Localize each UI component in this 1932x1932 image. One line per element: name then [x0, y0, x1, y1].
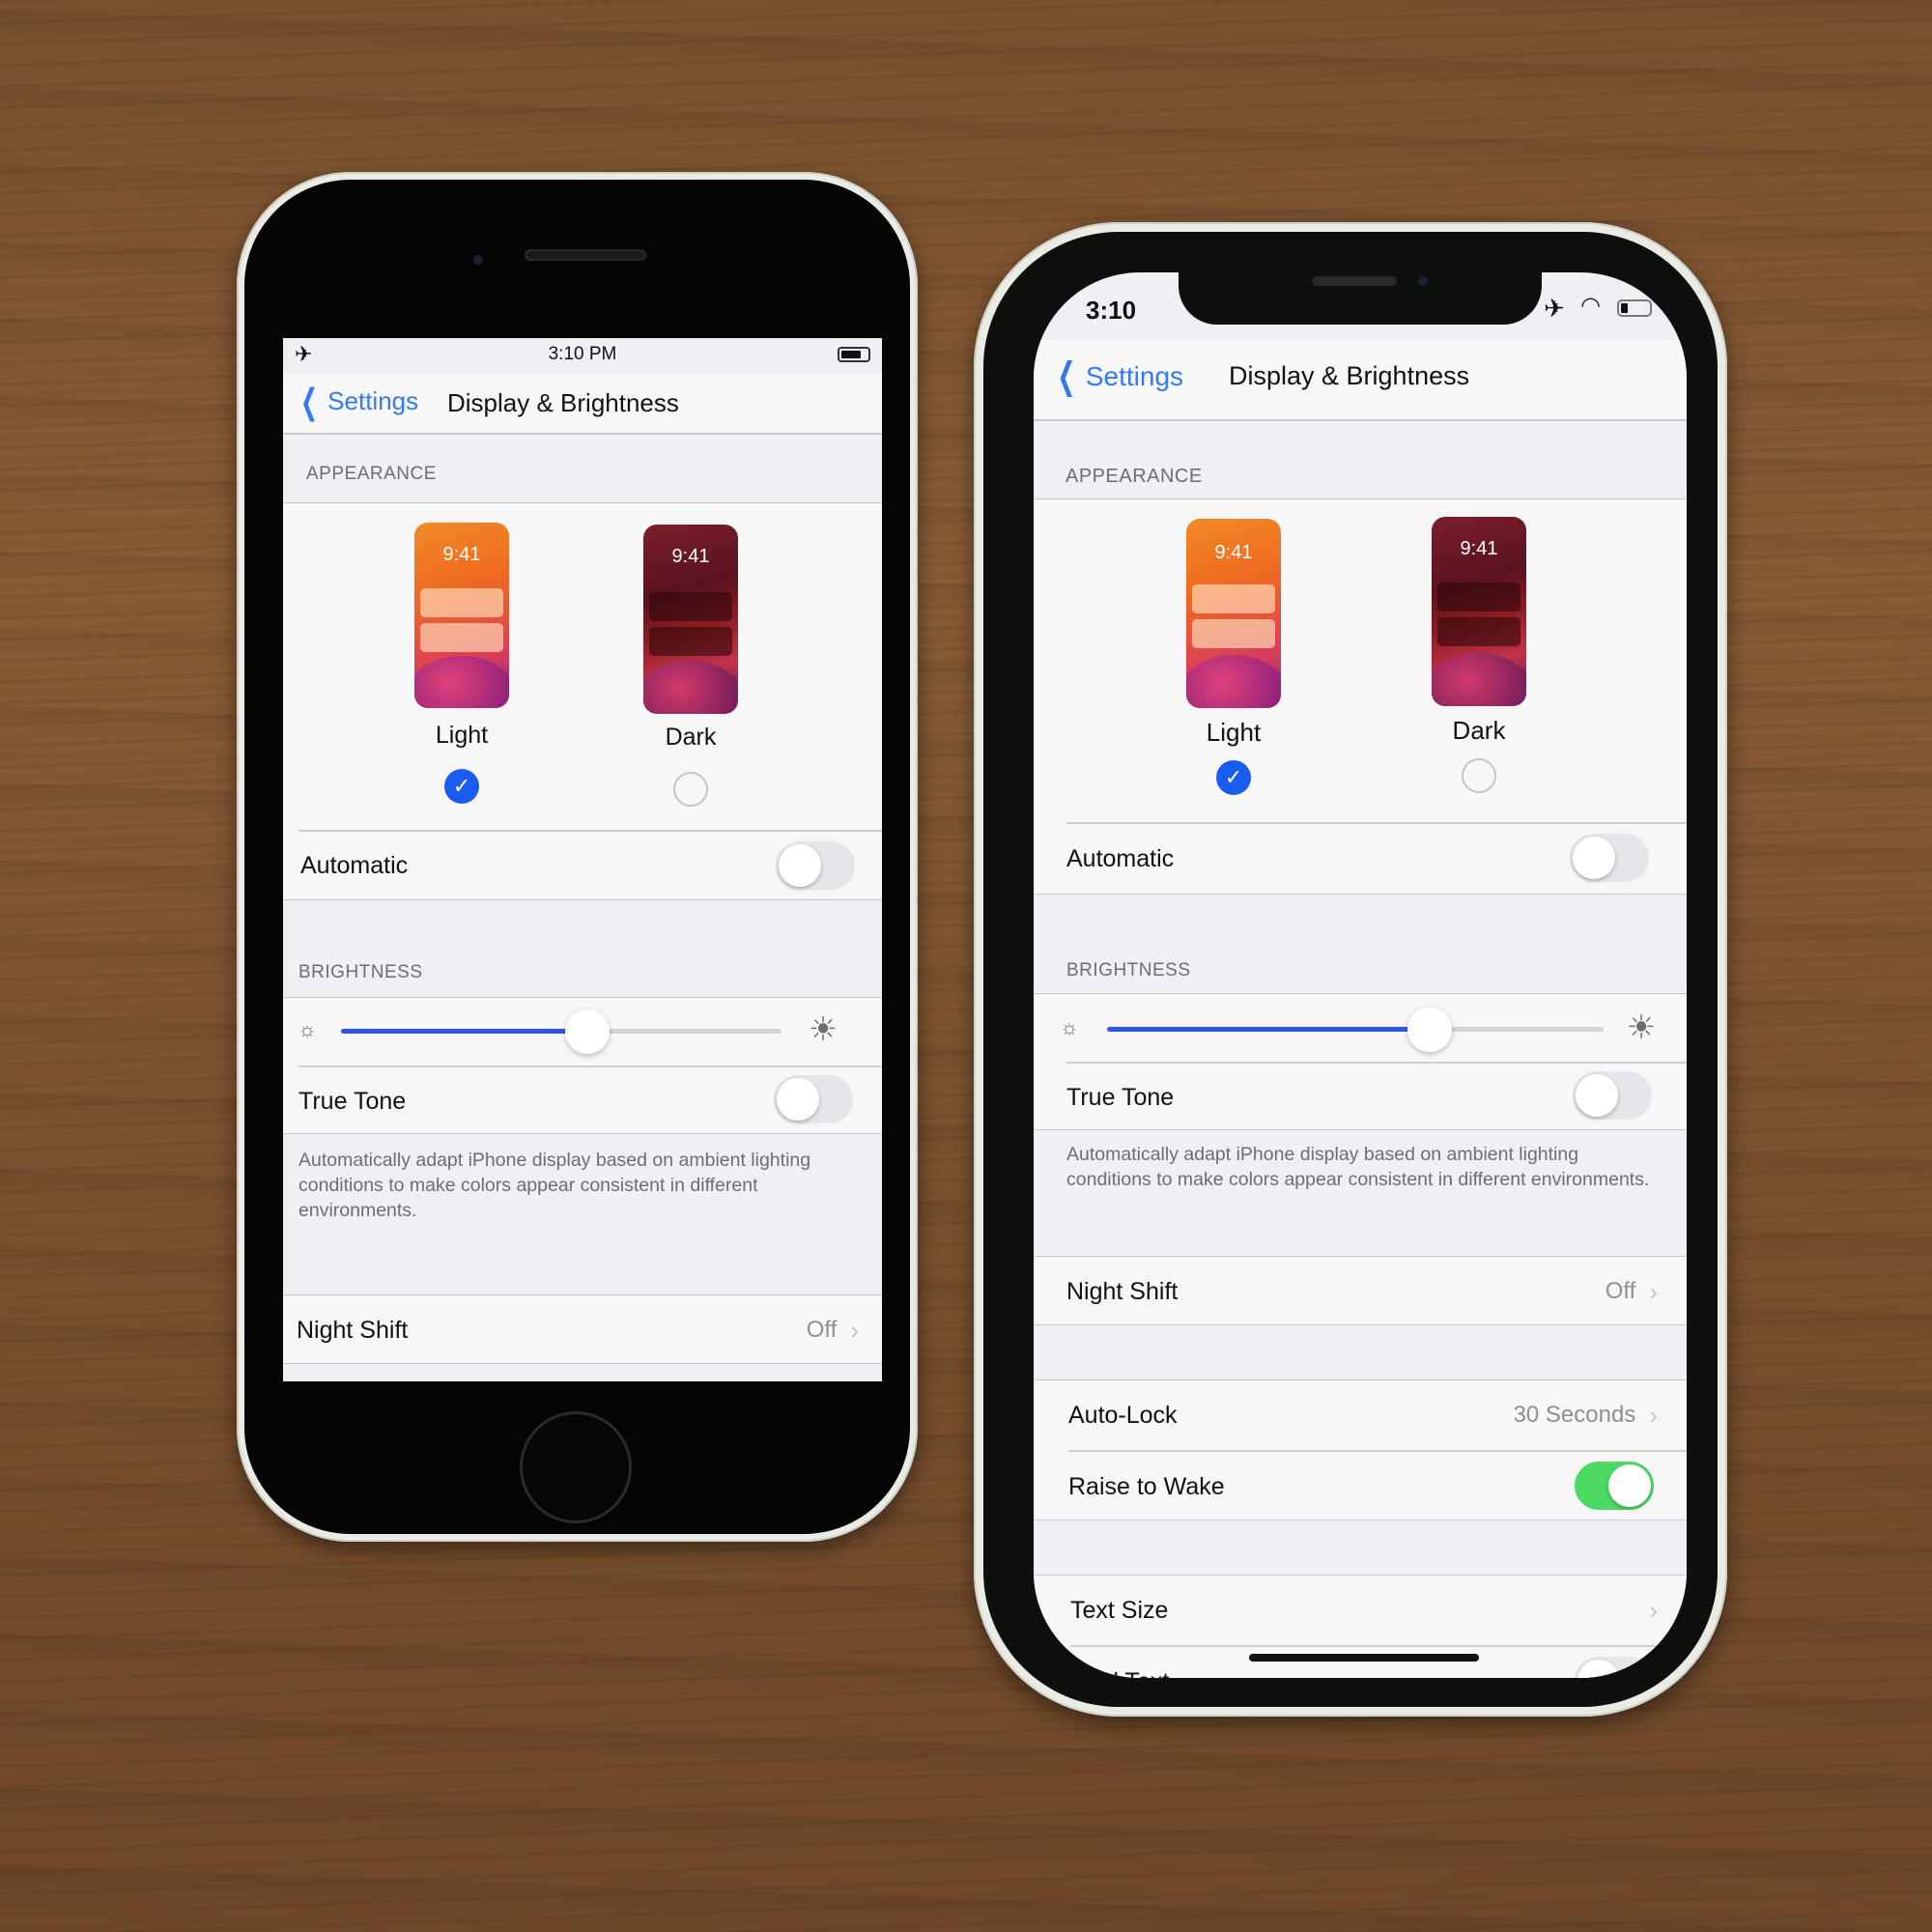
phone-front-glass: ✈ 3:10 PM ❮ Settings Display & Brightnes…: [244, 180, 910, 1534]
true-tone-footnote: Automatically adapt iPhone display based…: [298, 1150, 811, 1221]
true-tone-label: True Tone: [298, 1087, 407, 1115]
status-bar: ✈ 3:10 PM: [283, 338, 882, 373]
bold-text-toggle[interactable]: [1575, 1657, 1654, 1678]
wifi-icon: ◠: [1580, 293, 1601, 319]
appearance-section: 9:41 9:41 Light Dark ✓ Automatic: [283, 502, 882, 900]
status-time: 3:10 PM: [548, 344, 617, 364]
brightness-section: ☼ ☀ True Tone: [1034, 993, 1687, 1130]
sun-small-icon: ☼: [297, 1017, 318, 1041]
dark-label: Dark: [1452, 716, 1506, 745]
text-section: Text Size › Bold Text: [1034, 1575, 1687, 1678]
night-shift-value: Off: [1605, 1278, 1636, 1304]
screen: 3:10 ✈ ◠ ❮ Settings Display & Brightness: [1034, 272, 1687, 1678]
battery-icon: [1617, 299, 1652, 317]
night-shift-section: Night Shift Off ›: [283, 1294, 882, 1364]
appearance-header: APPEARANCE: [1065, 466, 1203, 487]
chevron-right-icon: ›: [1649, 1400, 1658, 1430]
sun-small-icon: ☼: [1059, 1015, 1080, 1039]
front-camera: [1418, 276, 1428, 286]
appearance-header: APPEARANCE: [306, 464, 437, 484]
brightness-slider-knob[interactable]: [565, 1009, 611, 1054]
text-size-label: Text Size: [1070, 1596, 1169, 1624]
dark-radio[interactable]: [673, 772, 708, 807]
light-mode-thumbnail[interactable]: 9:41: [1186, 519, 1281, 708]
brightness-slider-track[interactable]: [1107, 1027, 1604, 1032]
chevron-right-icon: ›: [1649, 1276, 1658, 1306]
light-radio-checked[interactable]: ✓: [444, 769, 479, 804]
iphone-11: 3:10 ✈ ◠ ❮ Settings Display & Brightness: [974, 222, 1727, 1717]
notch: [1179, 272, 1542, 325]
raise-to-wake-label: Raise to Wake: [1068, 1472, 1225, 1500]
bold-text-label: Bold Text: [1070, 1668, 1169, 1679]
auto-lock-value: 30 Seconds: [1513, 1402, 1636, 1428]
home-button[interactable]: [520, 1411, 632, 1523]
back-button[interactable]: ❮ Settings: [295, 381, 419, 421]
brightness-slider-track[interactable]: [341, 1029, 781, 1034]
back-label: Settings: [1085, 361, 1184, 391]
brightness-slider-fill: [1107, 1027, 1431, 1032]
night-shift-row[interactable]: Night Shift Off ›: [283, 1295, 882, 1365]
true-tone-toggle[interactable]: [774, 1075, 853, 1123]
automatic-toggle[interactable]: [776, 841, 855, 890]
airplane-icon: ✈: [1544, 294, 1565, 323]
text-size-row[interactable]: Text Size ›: [1034, 1576, 1687, 1645]
screen: ✈ 3:10 PM ❮ Settings Display & Brightnes…: [283, 338, 882, 1381]
checkmark-icon: ✓: [1224, 765, 1243, 789]
navigation-bar: ❮ Settings Display & Brightness: [1034, 340, 1687, 421]
brightness-slider-knob[interactable]: [1407, 1008, 1453, 1052]
battery-icon: [838, 347, 870, 362]
light-label: Light: [435, 722, 489, 749]
true-tone-toggle[interactable]: [1573, 1071, 1652, 1120]
phone-front-glass: 3:10 ✈ ◠ ❮ Settings Display & Brightness: [983, 232, 1718, 1707]
brightness-section: ☼ ☀ True Tone: [283, 997, 882, 1134]
earpiece-speaker: [1312, 276, 1397, 286]
iphone-se: ✈ 3:10 PM ❮ Settings Display & Brightnes…: [237, 172, 918, 1542]
dark-label: Dark: [665, 724, 717, 751]
light-radio-checked[interactable]: ✓: [1216, 760, 1251, 795]
front-camera: [473, 255, 483, 265]
chevron-left-icon: ❮: [1057, 356, 1076, 397]
night-shift-section: Night Shift Off ›: [1034, 1256, 1687, 1325]
appearance-section: 9:41 9:41 Light Dark ✓ Automatic: [1034, 498, 1687, 895]
true-tone-label: True Tone: [1066, 1083, 1175, 1111]
lock-section: Auto-Lock 30 Seconds › Raise to Wake: [1034, 1379, 1687, 1520]
light-mode-thumbnail[interactable]: 9:41: [414, 523, 509, 708]
home-indicator[interactable]: [1249, 1654, 1479, 1662]
brightness-slider-fill: [341, 1029, 588, 1034]
night-shift-value: Off: [806, 1317, 838, 1343]
automatic-label: Automatic: [1066, 844, 1175, 872]
chevron-left-icon: ❮: [300, 381, 319, 421]
raise-to-wake-toggle[interactable]: [1575, 1462, 1654, 1510]
back-label: Settings: [327, 386, 419, 415]
checkmark-icon: ✓: [452, 774, 471, 798]
navigation-bar: ❮ Settings Display & Brightness: [283, 373, 882, 435]
brightness-header: BRIGHTNESS: [1066, 960, 1191, 980]
chevron-right-icon: ›: [1649, 1595, 1658, 1625]
auto-lock-row[interactable]: Auto-Lock 30 Seconds ›: [1034, 1380, 1687, 1450]
automatic-label: Automatic: [300, 851, 409, 879]
page-title: Display & Brightness: [1229, 361, 1470, 390]
light-label: Light: [1206, 718, 1262, 747]
night-shift-label: Night Shift: [297, 1316, 409, 1344]
chevron-right-icon: ›: [850, 1315, 859, 1345]
dark-mode-thumbnail[interactable]: 9:41: [1432, 517, 1526, 706]
sun-large-icon: ☀: [1626, 1009, 1657, 1046]
dark-mode-thumbnail[interactable]: 9:41: [643, 525, 738, 714]
page-title: Display & Brightness: [447, 388, 679, 417]
night-shift-row[interactable]: Night Shift Off ›: [1034, 1257, 1687, 1326]
night-shift-label: Night Shift: [1066, 1277, 1179, 1305]
automatic-toggle[interactable]: [1570, 834, 1649, 882]
sun-large-icon: ☀: [808, 1011, 838, 1048]
dark-radio[interactable]: [1462, 758, 1496, 793]
auto-lock-label: Auto-Lock: [1068, 1401, 1178, 1429]
back-button[interactable]: ❮ Settings: [1051, 356, 1184, 397]
earpiece-speaker: [525, 249, 646, 261]
brightness-header: BRIGHTNESS: [298, 962, 423, 982]
true-tone-footnote: Automatically adapt iPhone display based…: [1066, 1144, 1650, 1190]
status-time: 3:10: [1086, 296, 1137, 325]
